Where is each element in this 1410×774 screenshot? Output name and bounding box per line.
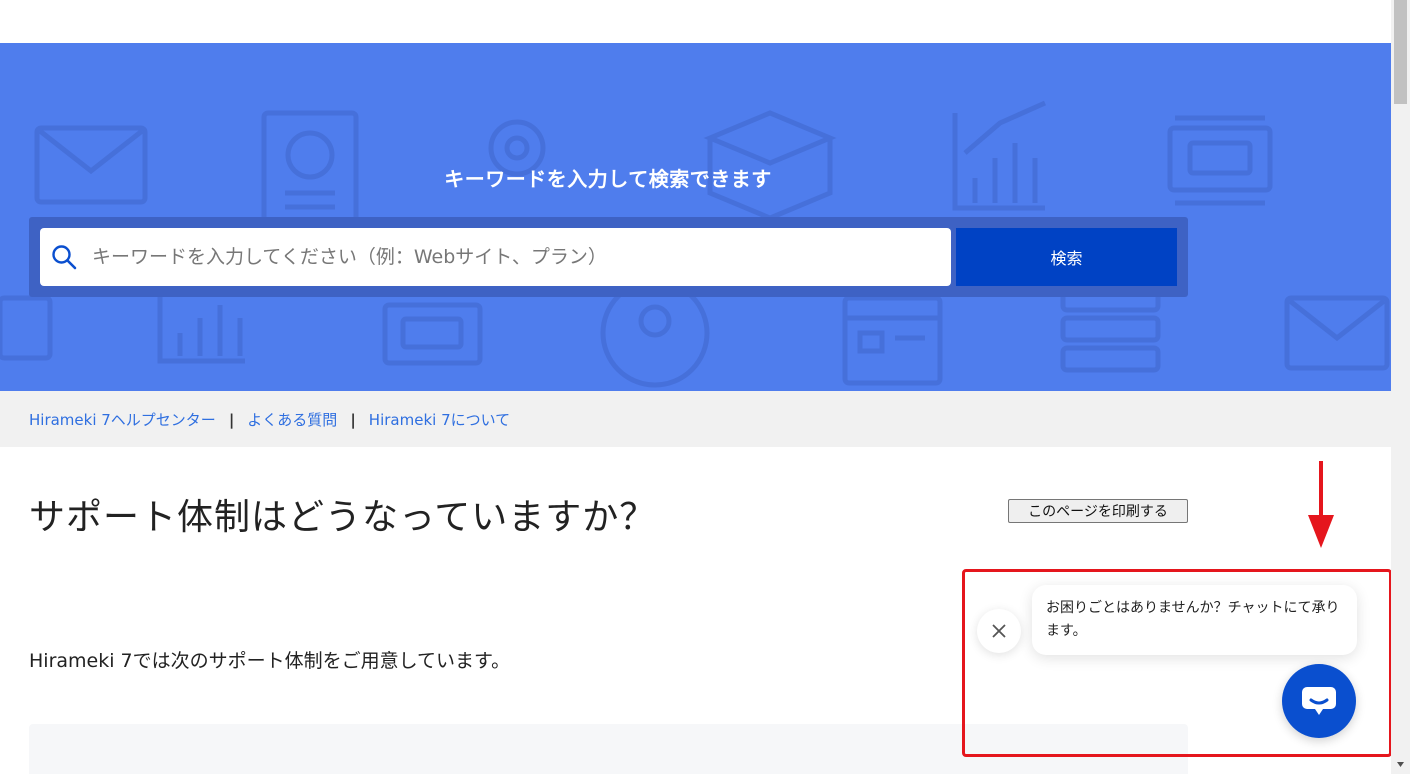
breadcrumb-item-about[interactable]: Hirameki 7について <box>369 409 510 430</box>
hero-search-section: キーワードを入力して検索できます 検索 <box>0 43 1391 391</box>
breadcrumb: Hirameki 7ヘルプセンター | よくある質問 | Hirameki 7に… <box>29 409 510 430</box>
search-icon <box>50 243 78 271</box>
search-box: 検索 <box>29 217 1188 297</box>
breadcrumb-item-help-center[interactable]: Hirameki 7ヘルプセンター <box>29 409 216 430</box>
chat-greeting-bubble[interactable]: お困りごとはありませんか？チャットにて承ります。 <box>1032 585 1357 655</box>
breadcrumb-separator: | <box>350 410 356 429</box>
page-scrollbar[interactable] <box>1391 0 1410 774</box>
red-arrow-annotation <box>1308 461 1334 548</box>
help-center-page: キーワードを入力して検索できます 検索 Hirameki 7ヘルプセンター | … <box>0 0 1410 774</box>
breadcrumb-bar: Hirameki 7ヘルプセンター | よくある質問 | Hirameki 7に… <box>0 391 1391 447</box>
scrollbar-thumb[interactable] <box>1394 0 1407 104</box>
article-intro-text: Hirameki 7では次のサポート体制をご用意しています。 <box>29 650 511 672</box>
hero-title: キーワードを入力して検索できます <box>444 167 772 191</box>
search-input[interactable] <box>90 236 940 278</box>
print-page-button[interactable]: このページを印刷する <box>1008 499 1188 523</box>
scroll-down-button[interactable] <box>1391 756 1410 774</box>
chat-launcher-button[interactable] <box>1282 664 1356 738</box>
breadcrumb-item-faq[interactable]: よくある質問 <box>247 409 337 430</box>
breadcrumb-separator: | <box>228 410 235 429</box>
search-input-wrapper <box>40 228 951 286</box>
page-title: サポート体制はどうなっていますか？ <box>29 497 657 538</box>
search-button[interactable]: 検索 <box>956 228 1177 286</box>
chevron-down-icon <box>1397 762 1404 767</box>
chat-icon <box>1302 687 1336 715</box>
close-icon <box>992 624 1006 638</box>
chat-close-button[interactable] <box>977 609 1021 653</box>
